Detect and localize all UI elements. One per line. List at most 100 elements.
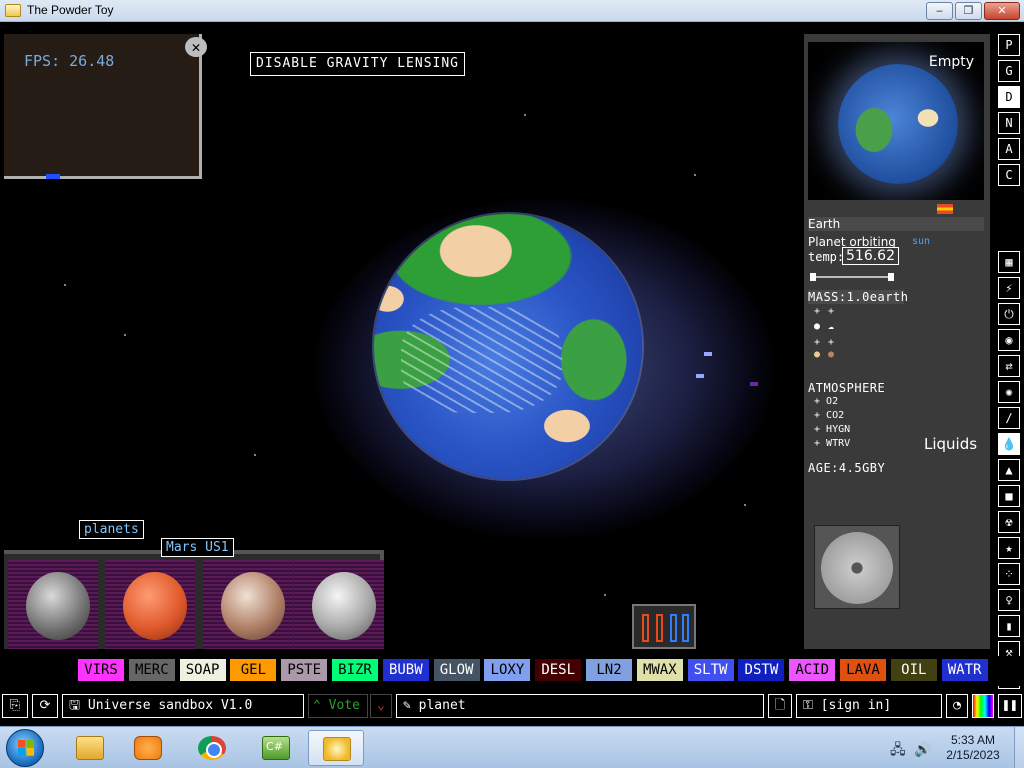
tag-icon: ✎ bbox=[403, 698, 411, 713]
element-button[interactable]: SLTW bbox=[687, 659, 734, 681]
plus-icon[interactable]: + bbox=[828, 337, 834, 348]
sidebar-button-c[interactable]: C bbox=[998, 164, 1020, 186]
vote-down-button[interactable]: ⌄ bbox=[370, 694, 392, 718]
element-button[interactable]: BUBW bbox=[382, 659, 429, 681]
explorer-taskbar-button[interactable] bbox=[62, 730, 118, 766]
element-button[interactable]: LOXY bbox=[484, 659, 531, 681]
open-save-icon[interactable]: ⎘ bbox=[2, 694, 28, 718]
element-button[interactable]: MWAX bbox=[636, 659, 683, 681]
sidebar-button-d[interactable]: D bbox=[998, 86, 1020, 108]
element-button[interactable]: GEL bbox=[230, 659, 277, 681]
electronics-icon[interactable]: ⚡ bbox=[998, 277, 1020, 299]
element-button[interactable]: SOAP bbox=[179, 659, 226, 681]
plus-icon[interactable]: + bbox=[828, 306, 834, 317]
pause-icon[interactable]: ❚❚ bbox=[998, 694, 1022, 718]
category-tooltip: Liquids bbox=[924, 435, 978, 453]
sidebar-button-n[interactable]: N bbox=[998, 112, 1020, 134]
save-title-button[interactable]: 🖫 Universe sandbox V1.0 bbox=[62, 694, 304, 718]
plus-icon[interactable]: + bbox=[814, 306, 820, 317]
element-button[interactable]: DSTW bbox=[738, 659, 785, 681]
preview-status: Empty bbox=[928, 54, 974, 70]
simulation-canvas[interactable]: FPS: 26.48 ✕ DISABLE GRAVITY LENSING pla… bbox=[4, 34, 804, 649]
sign-in-button[interactable]: ⚿ [sign in] bbox=[796, 694, 942, 718]
maximize-button[interactable]: ❐ bbox=[955, 2, 982, 20]
atmosphere-gas[interactable]: + HYGN bbox=[814, 424, 850, 435]
tools-icon[interactable]: ♀ bbox=[998, 589, 1020, 611]
stamp-thumbnail[interactable] bbox=[8, 560, 98, 649]
minimize-button[interactable]: ‒ bbox=[926, 2, 953, 20]
vote-up-button[interactable]: ⌃ Vote bbox=[308, 694, 368, 718]
earth-preview-image bbox=[838, 64, 958, 184]
sidebar-button-a[interactable]: A bbox=[998, 138, 1020, 160]
favorites-icon[interactable]: ▮ bbox=[998, 615, 1020, 637]
cloud-icon: ☁ bbox=[828, 321, 835, 332]
liquids-icon[interactable]: 💧 bbox=[998, 433, 1020, 455]
element-button[interactable]: DESL bbox=[535, 659, 582, 681]
csharp-taskbar-button[interactable]: C# bbox=[248, 730, 304, 766]
element-button[interactable]: VIRS bbox=[78, 659, 124, 681]
element-button[interactable]: WATR bbox=[941, 659, 988, 681]
element-button[interactable]: GLOW bbox=[433, 659, 480, 681]
explosives-icon[interactable]: ✺ bbox=[998, 381, 1020, 403]
life-icon[interactable]: ⁘ bbox=[998, 563, 1020, 585]
element-button[interactable]: MERC bbox=[128, 659, 175, 681]
element-button[interactable]: PSTE bbox=[281, 659, 328, 681]
menu-sidebar: P G D N A C ▦ ⚡ ⏻ ◉ ⇄ ✺ ∕ 💧 ▲ ■ ☢ ★ ⁘ ♀ … bbox=[996, 32, 1024, 692]
force-icon[interactable]: ⇄ bbox=[998, 355, 1020, 377]
element-button[interactable]: OIL bbox=[890, 659, 937, 681]
show-desktop-button[interactable] bbox=[1014, 727, 1024, 768]
powders-icon[interactable]: ▲ bbox=[998, 459, 1020, 481]
reload-icon[interactable]: ⟳ bbox=[32, 694, 58, 718]
particle-speck bbox=[750, 382, 758, 386]
heater-stamp-icon[interactable] bbox=[632, 604, 696, 649]
element-button[interactable]: LAVA bbox=[840, 659, 886, 681]
volume-icon[interactable]: 🔊 bbox=[914, 742, 931, 758]
settings-icon[interactable]: ◔ bbox=[946, 694, 968, 718]
temperature-slider[interactable] bbox=[810, 273, 894, 281]
clear-simulation-icon[interactable]: 🗋 bbox=[768, 694, 792, 718]
atmosphere-gas[interactable]: + O2 bbox=[814, 396, 838, 407]
stamp-thumbnail[interactable] bbox=[294, 560, 384, 649]
atmosphere-gas[interactable]: + CO2 bbox=[814, 410, 844, 421]
temperature-label: temp: bbox=[808, 250, 845, 264]
element-button[interactable]: BIZR bbox=[332, 659, 378, 681]
hover-tooltip: Mars US1 bbox=[161, 538, 234, 557]
media-player-taskbar-button[interactable] bbox=[120, 730, 176, 766]
window-title: The Powder Toy bbox=[27, 3, 114, 17]
plus-icon[interactable]: + bbox=[814, 337, 820, 348]
chrome-icon bbox=[198, 736, 226, 760]
rock-icon: ● bbox=[814, 349, 821, 360]
solids-icon[interactable]: ■ bbox=[998, 485, 1020, 507]
network-icon[interactable]: 🖧 bbox=[890, 742, 906, 758]
planet-info-panel: Empty Earth Planet orbiting sun temp: 51… bbox=[804, 34, 990, 649]
close-window-button[interactable]: ✕ bbox=[984, 2, 1020, 20]
save-icon: 🖫 bbox=[69, 698, 81, 713]
walls-icon[interactable]: ▦ bbox=[998, 251, 1020, 273]
powder-toy-taskbar-button[interactable] bbox=[308, 730, 364, 766]
radioactive-icon[interactable]: ☢ bbox=[998, 511, 1020, 533]
media-player-icon bbox=[134, 736, 162, 760]
sensors-icon[interactable]: ◉ bbox=[998, 329, 1020, 351]
disable-gravity-lensing-button[interactable]: DISABLE GRAVITY LENSING bbox=[250, 52, 466, 76]
element-button[interactable]: ACID bbox=[789, 659, 836, 681]
rotor-stamp-image[interactable] bbox=[814, 525, 900, 609]
start-button[interactable] bbox=[6, 729, 44, 767]
sidebar-button-g[interactable]: G bbox=[998, 60, 1020, 82]
mars-image bbox=[123, 572, 187, 640]
sidebar-button-p[interactable]: P bbox=[998, 34, 1020, 56]
close-icon[interactable]: ✕ bbox=[185, 37, 207, 57]
stamp-thumbnail[interactable] bbox=[203, 560, 293, 649]
atmosphere-gas[interactable]: + WTRV bbox=[814, 438, 850, 449]
stamp-thumbnail[interactable] bbox=[105, 560, 195, 649]
render-options-icon[interactable] bbox=[972, 694, 994, 718]
powder-toy-icon bbox=[323, 737, 351, 761]
powered-icon[interactable]: ⏻ bbox=[998, 303, 1020, 325]
particle-speck bbox=[696, 374, 704, 378]
chrome-taskbar-button[interactable] bbox=[184, 730, 240, 766]
special-icon[interactable]: ★ bbox=[998, 537, 1020, 559]
tags-button[interactable]: ✎ planet bbox=[396, 694, 764, 718]
taskbar-clock[interactable]: 5:33 AM 2/15/2023 bbox=[936, 733, 1010, 763]
element-button[interactable]: LN2 bbox=[586, 659, 632, 681]
planet-image bbox=[312, 572, 376, 640]
gases-icon[interactable]: ∕ bbox=[998, 407, 1020, 429]
